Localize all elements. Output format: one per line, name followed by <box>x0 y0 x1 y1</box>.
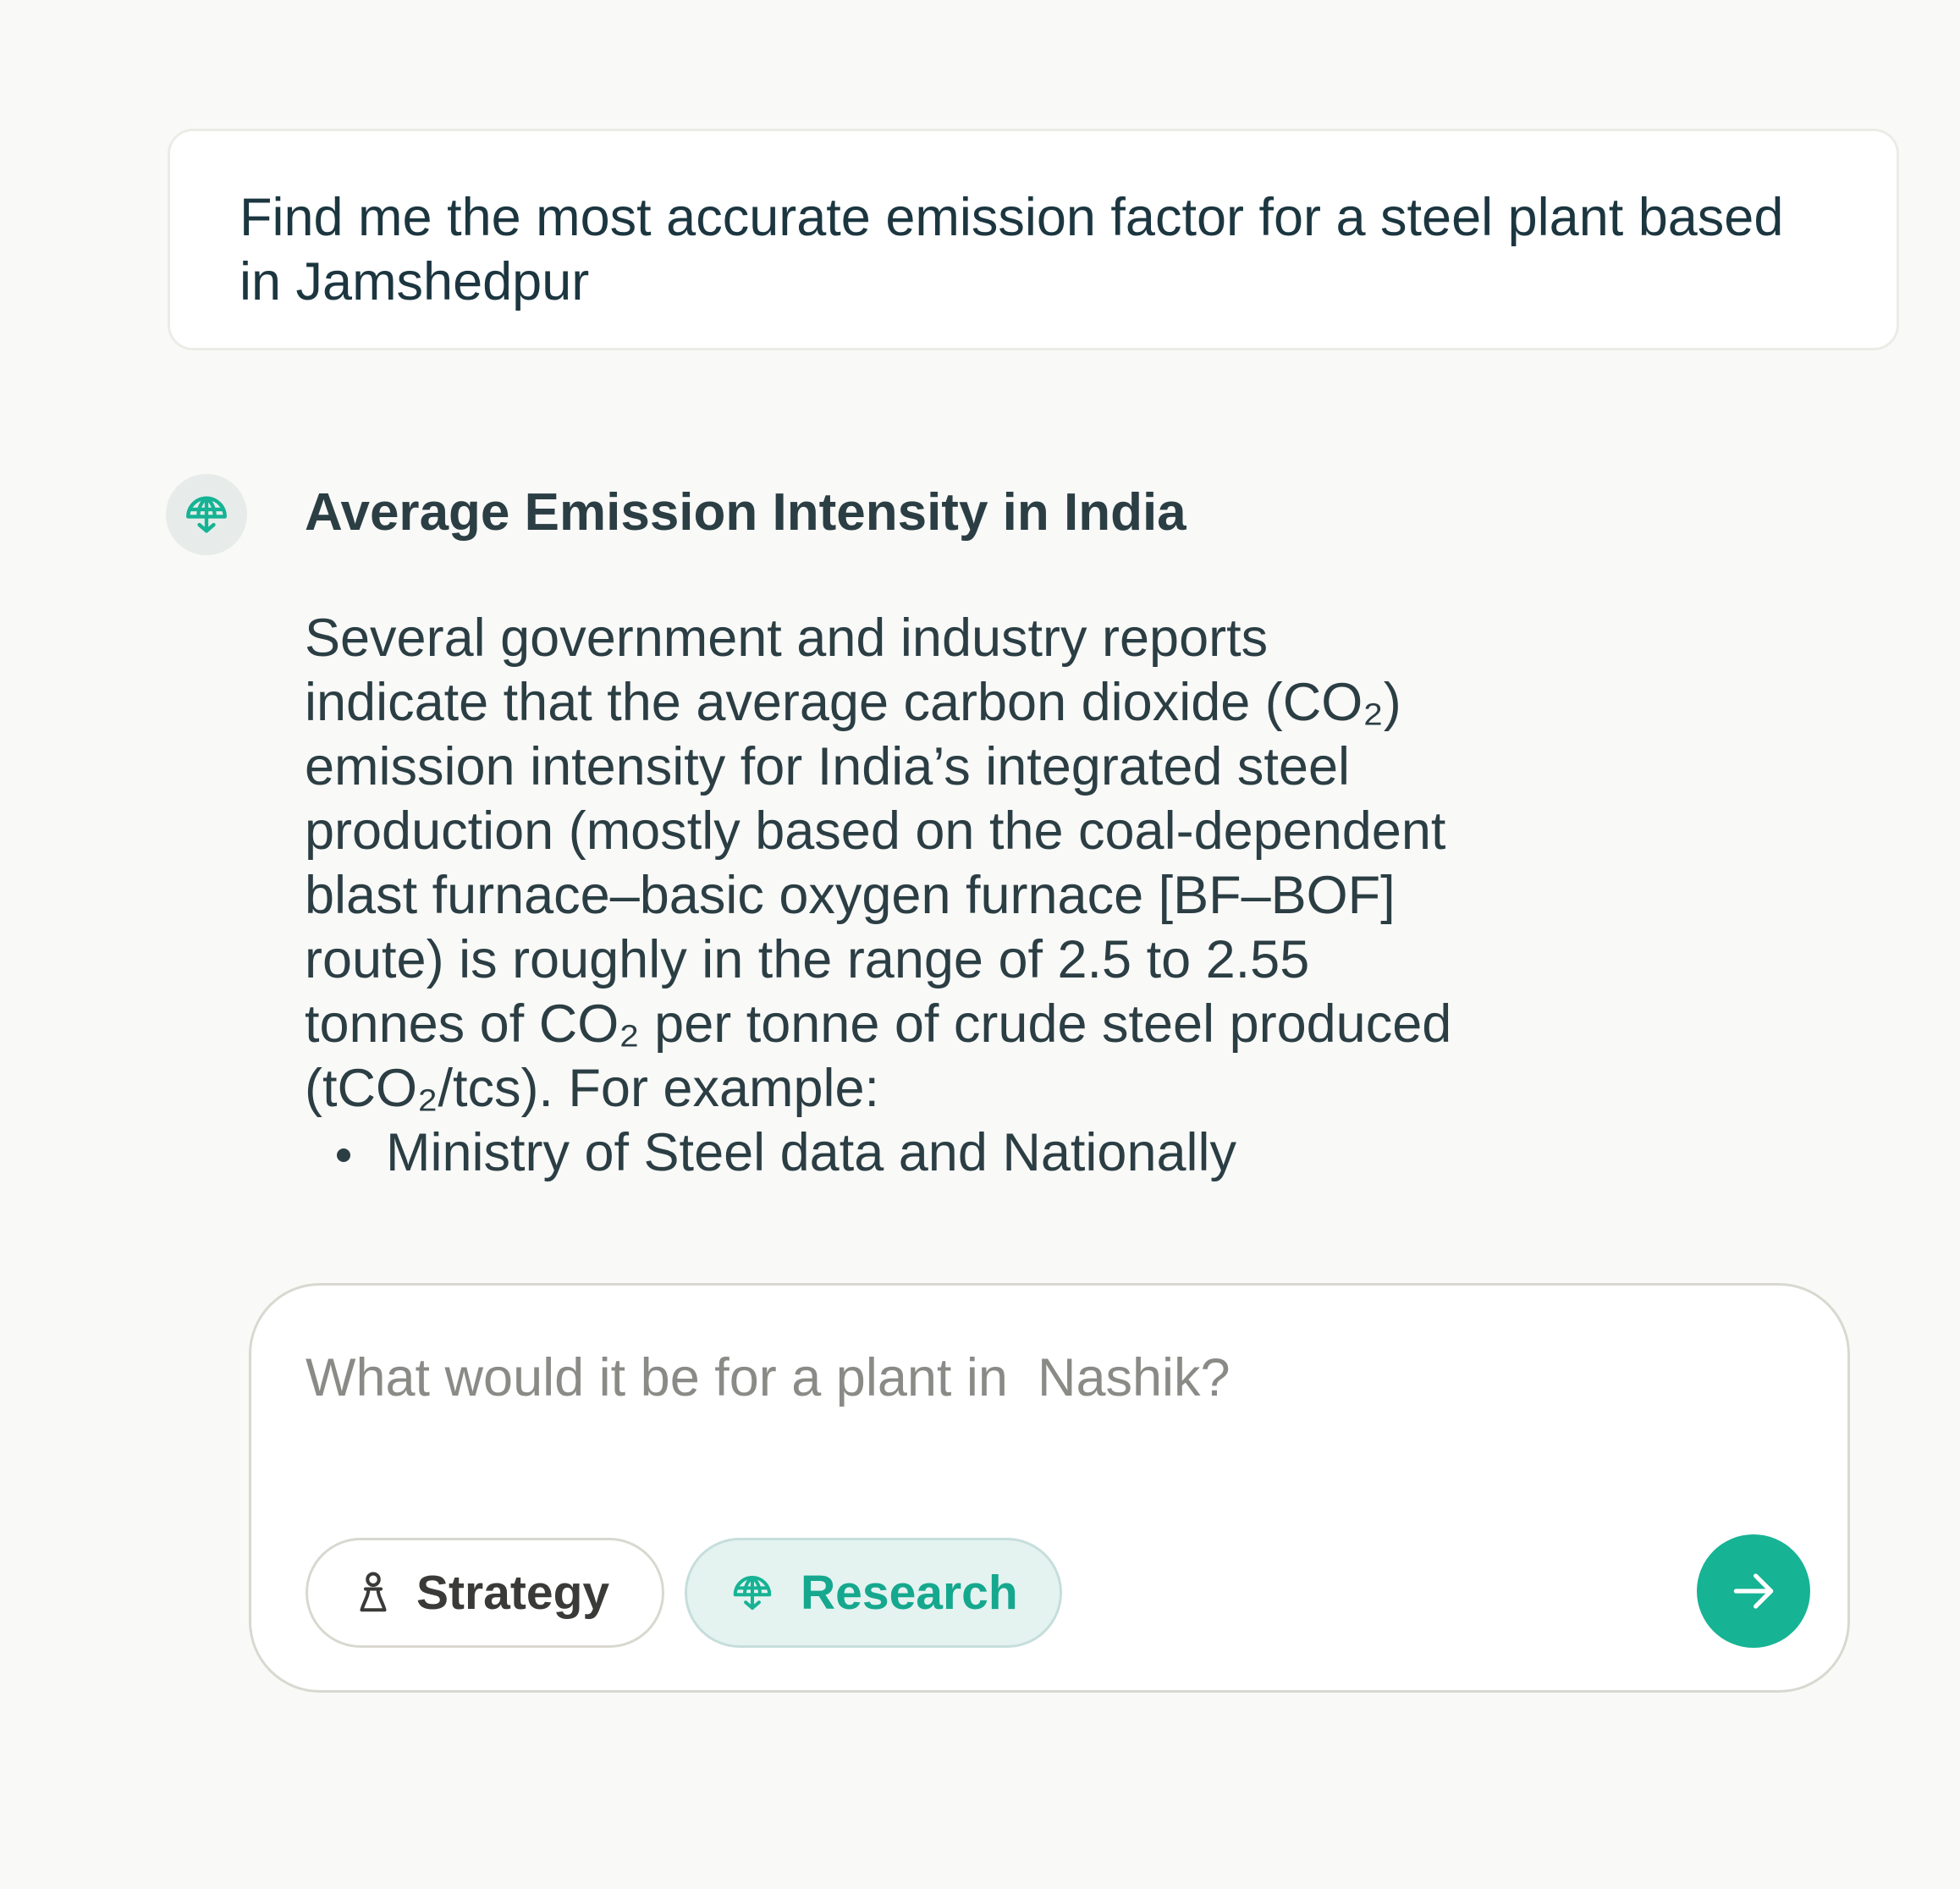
message-composer: Strategy Research <box>249 1283 1850 1693</box>
user-message-text: Find me the most accurate emission facto… <box>239 188 1784 311</box>
user-message-card: Find me the most accurate emission facto… <box>168 129 1899 350</box>
answer-paragraph: Several government and industry reports … <box>305 609 1452 1118</box>
list-item: Ministry of Steel data and Nationally <box>305 1121 1625 1185</box>
assistant-avatar <box>166 474 247 555</box>
answer-heading: Average Emission Intensity in India <box>305 483 1186 542</box>
list-item-text: Ministry of Steel data and Nationally <box>386 1123 1237 1182</box>
chat-page: Find me the most accurate emission facto… <box>0 0 1960 1889</box>
globe-umbrella-icon <box>186 496 227 533</box>
arrow-right-icon <box>1733 1573 1774 1609</box>
chess-pawn-icon <box>360 1572 387 1612</box>
assistant-response: Average Emission Intensity in India Seve… <box>305 479 1625 1185</box>
research-mode-label: Research <box>801 1566 1018 1620</box>
message-input[interactable] <box>306 1340 1744 1416</box>
strategy-mode-button[interactable]: Strategy <box>306 1538 664 1648</box>
strategy-mode-label: Strategy <box>416 1566 610 1620</box>
send-button[interactable] <box>1697 1534 1810 1648</box>
bullet-dot <box>337 1148 350 1162</box>
research-mode-button[interactable]: Research <box>685 1538 1062 1648</box>
answer-bullet-list: Ministry of Steel data and Nationally <box>305 1121 1625 1185</box>
globe-umbrella-icon <box>733 1575 772 1611</box>
